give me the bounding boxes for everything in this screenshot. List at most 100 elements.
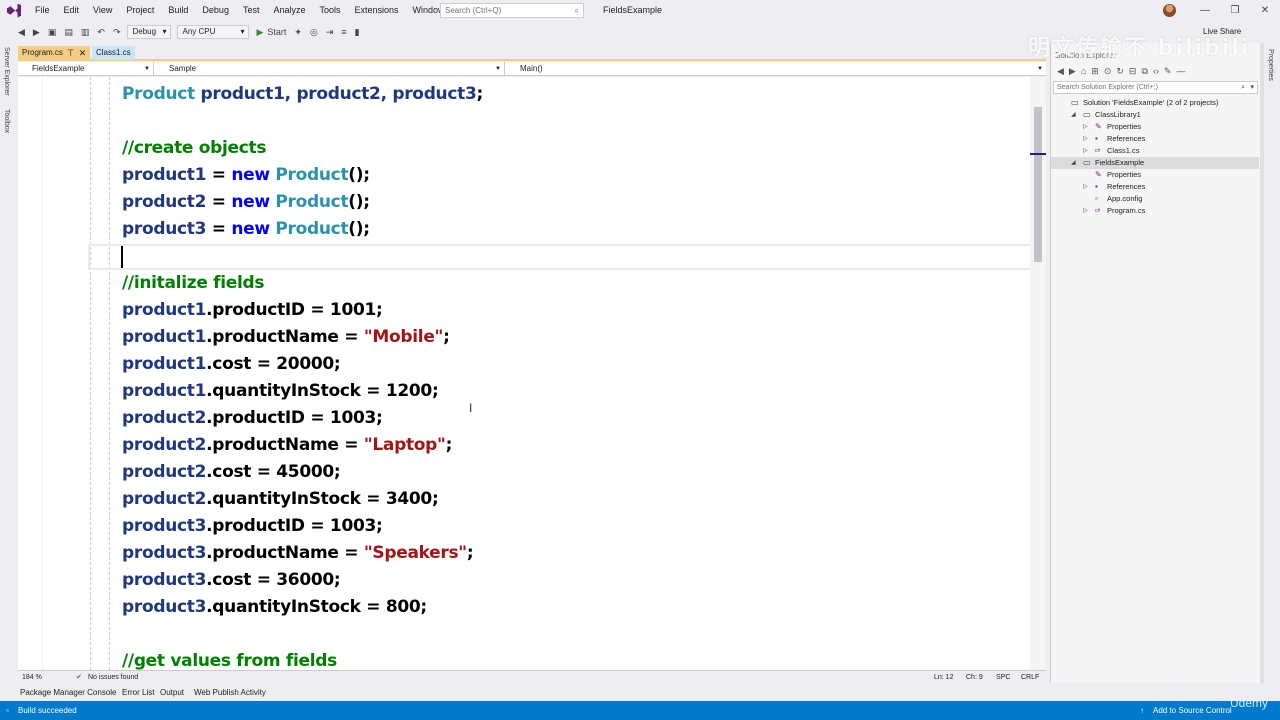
code-token: .quantityInStock = 1200; (206, 381, 439, 401)
menu-item-extensions[interactable]: Extensions (348, 0, 406, 21)
tree-item[interactable]: ▷ c# Program.cs (1051, 205, 1259, 217)
tree-item[interactable]: ▷ ▪ References (1051, 133, 1259, 145)
class-nav-value: Sample (169, 64, 197, 73)
avatar[interactable] (1163, 4, 1176, 17)
menu-item-debug[interactable]: Debug (195, 0, 236, 21)
code-token: Product (122, 84, 195, 104)
comment-icon[interactable]: ≡ (337, 21, 350, 43)
indent-icon[interactable]: ⇥ (322, 21, 338, 43)
undo-icon[interactable]: ↶ (93, 21, 109, 43)
scrollbar-thumb[interactable] (1034, 107, 1042, 262)
tree-item[interactable]: ▫ App.config (1051, 193, 1259, 205)
collapsed-arrow-icon[interactable]: ▷ (1083, 145, 1088, 157)
code-line: product1.cost = 20000; (122, 351, 341, 378)
tree-item[interactable]: ✎ Properties (1051, 169, 1259, 181)
minimize-button[interactable]: — (1190, 0, 1220, 21)
code-line: product1.productID = 1001; (122, 297, 383, 324)
close-icon[interactable]: ✕ (79, 46, 87, 60)
tree-item[interactable]: ◢ ▭ ClassLibrary1 (1051, 109, 1259, 121)
properties-tab[interactable]: Properties (1267, 49, 1274, 81)
bottom-tab-web-publish-activity[interactable]: Web Publish Activity (194, 684, 266, 701)
pin-icon[interactable]: ⊤ (67, 46, 75, 60)
code-token: product1 (122, 354, 207, 374)
wrench-icon[interactable]: ✎ (1164, 66, 1172, 77)
home-icon[interactable]: ⌂ (1081, 66, 1086, 76)
pending-changes-filter-icon[interactable]: ⊙ (1104, 66, 1112, 77)
menu-item-file[interactable]: File (28, 0, 57, 21)
expanded-arrow-icon[interactable]: ◢ (1071, 157, 1076, 169)
start-button[interactable]: Start (267, 21, 290, 43)
menu-item-build[interactable]: Build (161, 0, 195, 21)
project-nav-select[interactable]: FieldsExample ▼ (18, 62, 154, 76)
menu-item-view[interactable]: View (86, 0, 119, 21)
member-nav-select[interactable]: Main() ▼ (506, 62, 1046, 76)
bottom-tab-package-manager-console[interactable]: Package Manager Console (20, 684, 117, 701)
solution-explorer-search-input[interactable]: Search Solution Explorer (Ctrl+;) ⌕ ▾ (1053, 81, 1258, 94)
code-icon[interactable]: ‹› (1153, 66, 1159, 76)
tab-class1-cs[interactable]: Class1.cs (92, 46, 135, 60)
menu-item-project[interactable]: Project (119, 0, 161, 21)
minus-icon[interactable]: — (1176, 66, 1185, 76)
add-to-source-control-button[interactable]: Add to Source Control (1153, 701, 1232, 720)
zoom-level[interactable]: 184 % (22, 671, 42, 685)
code-line: //get values from fields (122, 648, 337, 670)
show-all-files-icon[interactable]: ⧉ (1141, 66, 1147, 77)
collapsed-arrow-icon[interactable]: ▷ (1083, 205, 1088, 217)
issues-indicator[interactable]: No issues found (88, 671, 138, 685)
refresh-icon[interactable]: ↻ (1116, 66, 1124, 77)
search-input[interactable]: Search (Ctrl+Q) ⌕ (440, 3, 584, 18)
platform-select[interactable]: Any CPU ▾ (177, 25, 250, 39)
open-icon[interactable]: ▤ (60, 21, 77, 43)
collapsed-arrow-icon[interactable]: ▷ (1083, 181, 1088, 193)
server-explorer-tab[interactable]: Server Explorer (3, 47, 10, 96)
search-icon: ⌕ (1241, 84, 1245, 91)
forward-icon[interactable]: ▶ (1069, 66, 1076, 77)
code-token: (); (348, 192, 370, 212)
bookmark-icon[interactable]: ▮ (351, 21, 364, 43)
code-token: product2 (122, 192, 207, 212)
switch-views-icon[interactable]: ⊞ (1091, 66, 1099, 77)
screenshot-icon[interactable]: ◎ (306, 21, 322, 43)
collapse-all-icon[interactable]: ⊟ (1129, 66, 1137, 77)
start-icon[interactable]: ▶ (252, 21, 267, 43)
config-select[interactable]: Debug ▾ (127, 25, 172, 39)
tree-item[interactable]: ▷ ▪ References (1051, 181, 1259, 193)
tree-item[interactable]: ▭ Solution 'FieldsExample' (2 of 2 projec… (1051, 97, 1259, 109)
class-nav-select[interactable]: Sample ▼ (155, 62, 505, 76)
code-line: product1 = new Product(); (122, 162, 370, 189)
close-button[interactable]: ✕ (1250, 0, 1280, 21)
collapsed-arrow-icon[interactable]: ▷ (1083, 121, 1088, 133)
toolbox-tab[interactable]: Toolbox (3, 109, 10, 133)
tree-item[interactable]: ▷ c# Class1.cs (1051, 145, 1259, 157)
whitespace-mode[interactable]: SPC (996, 671, 1010, 685)
collapsed-arrow-icon[interactable]: ▷ (1083, 133, 1088, 145)
code-token: product3 (122, 219, 207, 239)
code-token: product3 (122, 516, 207, 536)
line-number: Ln: 12 (934, 674, 954, 681)
tab-program-cs[interactable]: Program.cs ⊤ ✕ (18, 46, 91, 60)
forward-icon[interactable]: ▶ (29, 21, 44, 43)
save-icon[interactable]: ▥ (77, 21, 94, 43)
redo-icon[interactable]: ↷ (109, 21, 125, 43)
restore-button[interactable]: ❐ (1220, 0, 1250, 21)
code-editor[interactable]: Product product1, product2, product3; //c… (18, 77, 1033, 670)
menu-item-analyze[interactable]: Analyze (266, 0, 312, 21)
menu-item-edit[interactable]: Edit (57, 0, 87, 21)
line-ending[interactable]: CRLF (1021, 671, 1039, 685)
expanded-arrow-icon[interactable]: ◢ (1071, 109, 1076, 121)
tree-item[interactable]: ▷ ✎ Properties (1051, 121, 1259, 133)
menu-item-test[interactable]: Test (236, 0, 267, 21)
bottom-tab-error-list[interactable]: Error List (122, 684, 154, 701)
editor-vertical-scrollbar[interactable] (1030, 77, 1046, 670)
back-icon[interactable]: ◀ (1057, 66, 1064, 77)
code-token: .productID = 1003; (206, 408, 383, 428)
bottom-tab-output[interactable]: Output (160, 684, 184, 701)
new-project-icon[interactable]: ▣ (44, 21, 61, 43)
back-icon[interactable]: ◀ (14, 21, 29, 43)
left-tool-strip: Server Explorer Toolbox (0, 43, 18, 683)
menu-item-tools[interactable]: Tools (313, 0, 348, 21)
tree-item[interactable]: ◢ ▭ FieldsExample (1051, 157, 1259, 169)
hot-reload-icon[interactable]: ✦ (290, 21, 306, 43)
code-line: product3.cost = 36000; (122, 567, 341, 594)
references-icon: ▪ (1095, 182, 1098, 191)
